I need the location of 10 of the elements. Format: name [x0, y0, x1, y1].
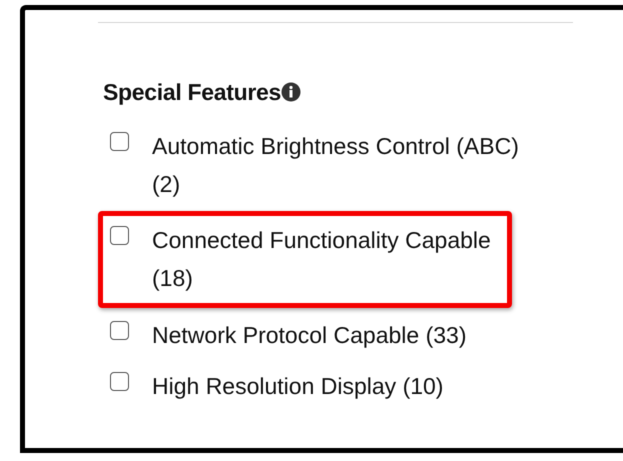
info-icon[interactable] — [281, 82, 302, 102]
option-label: Connected Functionality Capable (18) — [152, 226, 492, 293]
section-title: Special Features — [103, 78, 282, 106]
checkbox[interactable] — [110, 321, 129, 340]
checkbox[interactable] — [110, 226, 129, 245]
option-label: High Resolution Display (10) — [152, 372, 444, 401]
checkbox[interactable] — [110, 132, 129, 151]
checkbox[interactable] — [110, 372, 129, 391]
option-label: Network Protocol Capable (33) — [152, 321, 466, 350]
option-label: Automatic Brightness Control (ABC) (2) — [152, 132, 520, 199]
